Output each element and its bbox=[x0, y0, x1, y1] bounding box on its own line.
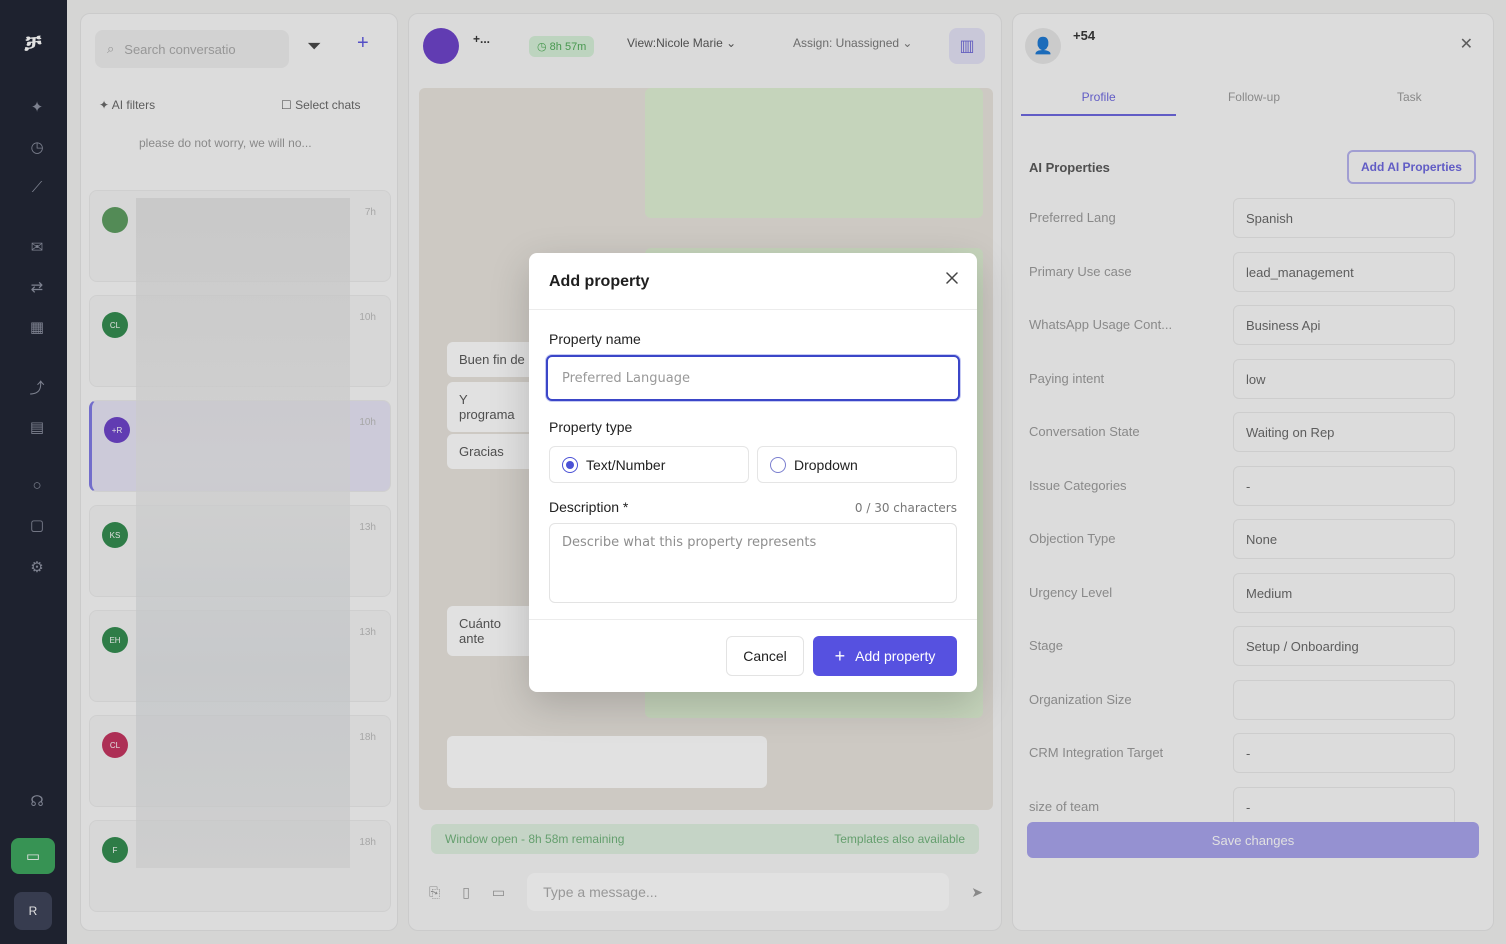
character-counter: 0 / 30 characters bbox=[854, 501, 957, 515]
type-option-dropdown[interactable]: Dropdown bbox=[757, 446, 957, 483]
property-name-label: Property name bbox=[549, 331, 641, 347]
cancel-button[interactable]: Cancel bbox=[726, 636, 804, 676]
description-input[interactable] bbox=[549, 523, 957, 603]
description-label: Description * bbox=[549, 499, 629, 515]
dialog-header: Add property bbox=[529, 253, 977, 310]
property-name-input[interactable] bbox=[546, 355, 960, 401]
type-option-label: Dropdown bbox=[794, 456, 858, 473]
property-type-label: Property type bbox=[549, 419, 633, 435]
add-property-button[interactable]: + Add property bbox=[813, 636, 957, 676]
add-property-dialog: Add property Property name Property type… bbox=[529, 253, 977, 692]
radio-dropdown[interactable] bbox=[770, 456, 786, 473]
dialog-footer: Cancel + Add property bbox=[529, 619, 977, 692]
type-option-label: Text/Number bbox=[586, 456, 666, 473]
add-property-label: Add property bbox=[855, 648, 936, 664]
radio-text-number[interactable] bbox=[562, 456, 578, 473]
close-icon[interactable] bbox=[941, 267, 963, 289]
dialog-title: Add property bbox=[549, 273, 650, 290]
type-option-text-number[interactable]: Text/Number bbox=[549, 446, 749, 483]
plus-icon: + bbox=[834, 646, 846, 666]
